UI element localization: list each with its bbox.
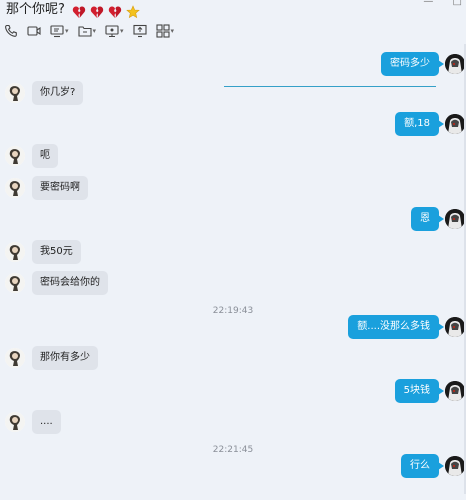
message-row: 要密码啊 bbox=[0, 176, 466, 208]
contact-avatar[interactable] bbox=[5, 242, 25, 262]
present-icon bbox=[132, 24, 147, 38]
self-avatar[interactable] bbox=[445, 209, 465, 229]
received-message-bubble[interactable]: 我50元 bbox=[32, 240, 81, 264]
apps-button[interactable]: ▾ bbox=[155, 24, 175, 38]
screen-share-icon bbox=[50, 25, 64, 38]
received-message-bubble[interactable]: 要密码啊 bbox=[32, 176, 88, 200]
sent-message-bubble[interactable]: 额,18 bbox=[395, 112, 444, 136]
apps-icon bbox=[155, 24, 170, 38]
phone-icon bbox=[5, 24, 17, 37]
message-row: 行么 bbox=[0, 454, 466, 486]
emoji-hearts bbox=[72, 4, 141, 19]
contact-avatar[interactable] bbox=[5, 273, 25, 293]
sent-message-bubble[interactable]: 额....没那么多钱 bbox=[348, 315, 444, 339]
chat-toolbar: ▾ ▾ ▾ ▾ bbox=[4, 22, 183, 40]
remote-desktop-button[interactable]: ▾ bbox=[105, 24, 124, 38]
present-button[interactable] bbox=[132, 24, 147, 38]
minimize-icon[interactable]: — bbox=[423, 0, 433, 7]
message-row: 呃 bbox=[0, 144, 466, 176]
send-file-button[interactable]: ▾ bbox=[77, 24, 97, 38]
sent-message-bubble[interactable]: 恩 bbox=[411, 207, 444, 231]
self-avatar[interactable] bbox=[445, 317, 465, 337]
self-avatar[interactable] bbox=[445, 114, 465, 134]
sent-message-bubble[interactable]: 行么 bbox=[401, 454, 444, 478]
message-row: 我50元 bbox=[0, 240, 466, 272]
message-timestamp: 22:21:45 bbox=[212, 445, 254, 455]
message-row: 你几岁? bbox=[0, 81, 466, 113]
chat-message-area[interactable]: 密码多少 你几岁? 额,18 呃要密码啊恩我50元 密码会给你的 22:19:43 额...… bbox=[0, 44, 466, 500]
contact-avatar[interactable] bbox=[5, 348, 25, 368]
chat-title-text: 那个你呢? bbox=[6, 2, 65, 17]
message-row: 额....没那么多钱 bbox=[0, 315, 466, 347]
folder-icon bbox=[77, 26, 92, 37]
star-icon bbox=[126, 4, 141, 18]
chevron-down-icon: ▾ bbox=[65, 27, 69, 35]
broken-heart-icon bbox=[90, 6, 104, 18]
broken-heart-icon bbox=[109, 6, 122, 18]
contact-avatar[interactable] bbox=[5, 412, 25, 432]
message-row: 恩 bbox=[0, 207, 466, 239]
broken-heart-icon bbox=[72, 6, 86, 18]
received-message-bubble[interactable]: 密码会给你的 bbox=[32, 271, 108, 295]
contact-avatar[interactable] bbox=[5, 178, 25, 198]
self-avatar[interactable] bbox=[445, 381, 465, 401]
sent-message-bubble[interactable]: 5块钱 bbox=[394, 379, 445, 403]
voice-call-button[interactable] bbox=[4, 24, 18, 38]
received-message-bubble[interactable]: 呃 bbox=[32, 144, 58, 168]
message-row: 密码多少 bbox=[0, 52, 466, 84]
chevron-down-icon: ▾ bbox=[92, 27, 97, 35]
self-avatar[interactable] bbox=[445, 54, 465, 74]
contact-avatar[interactable] bbox=[5, 83, 25, 103]
message-row: .... bbox=[0, 410, 466, 442]
self-avatar[interactable] bbox=[445, 456, 465, 476]
window-controls: — □ bbox=[407, 0, 462, 7]
video-icon bbox=[27, 26, 41, 36]
screen-share-button[interactable]: ▾ bbox=[50, 24, 69, 38]
received-message-bubble[interactable]: .... bbox=[32, 410, 61, 434]
chevron-down-icon: ▾ bbox=[120, 27, 124, 35]
received-message-bubble[interactable]: 你几岁? bbox=[32, 81, 84, 105]
maximize-icon[interactable]: □ bbox=[453, 0, 462, 7]
chat-header: 那个你呢? — □ ▾ ▾ ▾ ▾ bbox=[0, 0, 466, 44]
remote-desktop-icon bbox=[105, 25, 119, 38]
chevron-down-icon: ▾ bbox=[170, 27, 175, 35]
message-row: 额,18 bbox=[0, 112, 466, 144]
received-message-bubble[interactable]: 那你有多少 bbox=[32, 346, 98, 370]
message-row: 密码会给你的 bbox=[0, 271, 466, 303]
video-call-button[interactable] bbox=[27, 24, 41, 38]
message-row: 5块钱 bbox=[0, 379, 466, 411]
sent-message-bubble[interactable]: 密码多少 bbox=[381, 52, 444, 76]
chat-title: 那个你呢? bbox=[6, 0, 141, 19]
message-row: 那你有多少 bbox=[0, 346, 466, 378]
contact-avatar[interactable] bbox=[5, 146, 25, 166]
